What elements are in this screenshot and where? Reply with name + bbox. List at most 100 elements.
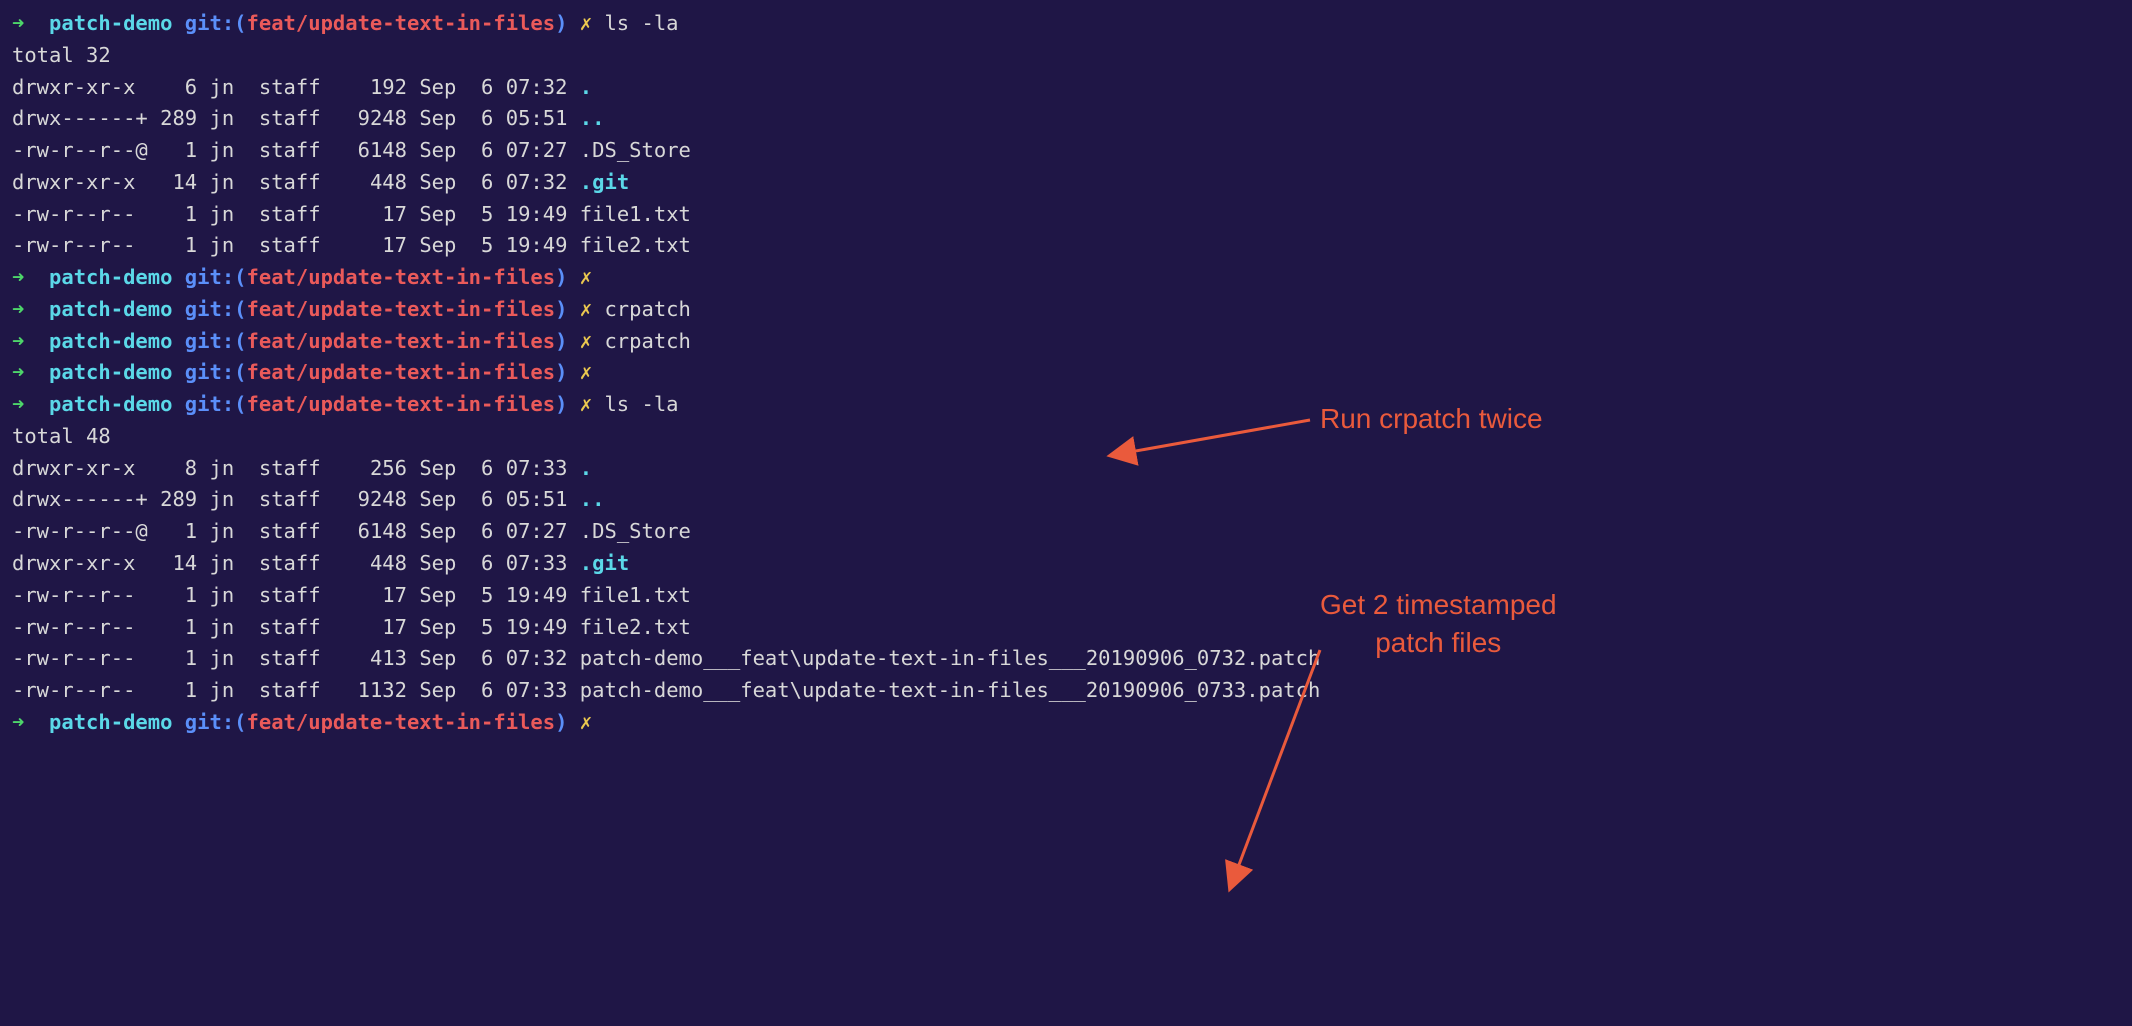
ls-total: total 48 (12, 421, 2120, 453)
prompt-dir: patch-demo (37, 11, 185, 35)
group: staff (247, 233, 333, 257)
perm: drwxr-xr-x (12, 456, 148, 480)
prompt-paren-open: ( (234, 710, 246, 734)
ls-row: -rw-r--r-- 1 jn staff 17 Sep 5 19:49 fil… (12, 580, 2120, 612)
filename: patch-demo___feat\update-text-in-files__… (580, 678, 1321, 702)
prompt-git-label: git: (185, 11, 234, 35)
ls-row: drwxr-xr-x 14 jn staff 448 Sep 6 07:32 .… (12, 167, 2120, 199)
size: 6148 (333, 138, 407, 162)
command-text: crpatch (592, 297, 691, 321)
prompt-dir: patch-demo (37, 360, 185, 384)
terminal-output[interactable]: ➜ patch-demo git:(feat/update-text-in-fi… (12, 8, 2120, 739)
ls-row: -rw-r--r-- 1 jn staff 17 Sep 5 19:49 fil… (12, 199, 2120, 231)
links: 1 (148, 138, 197, 162)
ls-row: drwx------+ 289 jn staff 9248 Sep 6 05:5… (12, 103, 2120, 135)
prompt-line: ➜ patch-demo git:(feat/update-text-in-fi… (12, 357, 2120, 389)
time: 07:27 (493, 519, 579, 543)
perm: -rw-r--r-- (12, 615, 148, 639)
filename: file2.txt (580, 615, 691, 639)
prompt-git-label: git: (185, 360, 234, 384)
day: 5 (469, 233, 494, 257)
command-text: crpatch (592, 329, 691, 353)
size: 9248 (333, 106, 407, 130)
filename: .DS_Store (580, 519, 691, 543)
prompt-paren-open: ( (234, 297, 246, 321)
links: 1 (148, 615, 197, 639)
user: jn (197, 646, 246, 670)
prompt-dirty-icon: ✗ (567, 392, 592, 416)
size: 192 (333, 75, 407, 99)
group: staff (247, 106, 333, 130)
time: 05:51 (493, 106, 579, 130)
prompt-dir: patch-demo (37, 329, 185, 353)
prompt-dir: patch-demo (37, 265, 185, 289)
group: staff (247, 583, 333, 607)
day: 5 (469, 202, 494, 226)
group: staff (247, 519, 333, 543)
group: staff (247, 75, 333, 99)
user: jn (197, 551, 246, 575)
day: 6 (469, 456, 494, 480)
filename: . (580, 456, 592, 480)
prompt-arrow: ➜ (12, 710, 37, 734)
links: 14 (148, 170, 197, 194)
ls-row: -rw-r--r--@ 1 jn staff 6148 Sep 6 07:27 … (12, 516, 2120, 548)
perm: -rw-r--r-- (12, 678, 148, 702)
perm: drwx------+ (12, 106, 148, 130)
perm: drwxr-xr-x (12, 551, 148, 575)
user: jn (197, 138, 246, 162)
prompt-arrow: ➜ (12, 11, 37, 35)
size: 17 (333, 233, 407, 257)
time: 07:33 (493, 678, 579, 702)
prompt-dir: patch-demo (37, 710, 185, 734)
links: 6 (148, 75, 197, 99)
prompt-paren-close: ) (555, 710, 567, 734)
prompt-paren-close: ) (555, 297, 567, 321)
time: 07:33 (493, 551, 579, 575)
prompt-dirty-icon: ✗ (567, 297, 592, 321)
month: Sep (407, 202, 469, 226)
prompt-branch: feat/update-text-in-files (247, 360, 556, 384)
filename: . (580, 75, 592, 99)
time: 19:49 (493, 233, 579, 257)
links: 1 (148, 233, 197, 257)
perm: drwxr-xr-x (12, 75, 148, 99)
prompt-branch: feat/update-text-in-files (247, 710, 556, 734)
user: jn (197, 456, 246, 480)
prompt-line: ➜ patch-demo git:(feat/update-text-in-fi… (12, 294, 2120, 326)
month: Sep (407, 170, 469, 194)
ls-row: -rw-r--r-- 1 jn staff 413 Sep 6 07:32 pa… (12, 643, 2120, 675)
group: staff (247, 646, 333, 670)
filename: patch-demo___feat\update-text-in-files__… (580, 646, 1321, 670)
filename: .DS_Store (580, 138, 691, 162)
filename: .git (580, 551, 629, 575)
filename: .. (580, 487, 605, 511)
filename: file2.txt (580, 233, 691, 257)
day: 6 (469, 678, 494, 702)
day: 6 (469, 551, 494, 575)
day: 6 (469, 170, 494, 194)
size: 6148 (333, 519, 407, 543)
month: Sep (407, 646, 469, 670)
prompt-git-label: git: (185, 329, 234, 353)
ls-total: total 32 (12, 40, 2120, 72)
annotation-run-twice: Run crpatch twice (1320, 400, 1543, 438)
group: staff (247, 551, 333, 575)
perm: drwx------+ (12, 487, 148, 511)
group: staff (247, 678, 333, 702)
month: Sep (407, 233, 469, 257)
prompt-branch: feat/update-text-in-files (247, 329, 556, 353)
user: jn (197, 487, 246, 511)
prompt-git-label: git: (185, 297, 234, 321)
prompt-paren-close: ) (555, 11, 567, 35)
prompt-paren-open: ( (234, 392, 246, 416)
user: jn (197, 233, 246, 257)
user: jn (197, 202, 246, 226)
perm: -rw-r--r-- (12, 646, 148, 670)
time: 05:51 (493, 487, 579, 511)
month: Sep (407, 678, 469, 702)
day: 5 (469, 615, 494, 639)
day: 6 (469, 138, 494, 162)
month: Sep (407, 487, 469, 511)
annotation-timestamped: Get 2 timestamped patch files (1320, 586, 1557, 662)
